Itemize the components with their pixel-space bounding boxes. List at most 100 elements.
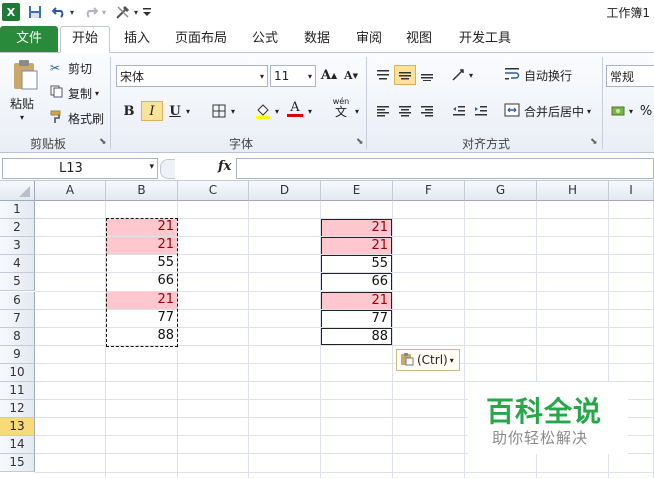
column-header-a[interactable]: A [35,181,106,201]
fill-color-icon[interactable] [252,101,274,121]
merge-center-button[interactable]: 合并后居中 ▾ [504,102,591,120]
format-painter-button[interactable]: 格式刷 [50,109,104,127]
cell-e2[interactable]: 21 [321,219,392,237]
align-left-icon[interactable] [372,101,394,121]
column-header-g[interactable]: G [465,181,537,201]
column-header-f[interactable]: F [393,181,465,201]
undo-icon[interactable] [50,3,68,21]
row-header-5[interactable]: 5 [0,273,35,292]
border-dropdown-icon[interactable]: ▾ [228,101,238,121]
cell-e6[interactable]: 21 [321,291,392,309]
increase-indent-icon[interactable] [470,101,492,121]
ribbon: 粘贴 ▾ ✂ 剪切 复制 ▾ 格式刷 剪贴板 ⬊ 宋体 ▾ 11 ▾ A ▲ A ▼… [0,53,654,153]
row-header-13[interactable]: 13 [0,418,35,437]
currency-dropdown-icon[interactable]: ▾ [626,101,636,121]
redo-dropdown-icon[interactable]: ▾ [99,3,109,21]
column-header-e[interactable]: E [321,181,393,201]
tab-formulas[interactable]: 公式 [244,27,286,51]
row-header-9[interactable]: 9 [0,345,35,364]
underline-dropdown-icon[interactable]: ▾ [183,101,193,121]
tab-data[interactable]: 数据 [296,27,338,51]
name-box[interactable]: L13 ▾ [2,158,158,179]
cell-e7[interactable]: 77 [321,309,392,327]
paste-options-button[interactable]: (Ctrl) ▾ [396,349,460,371]
row-header-15[interactable]: 15 [0,454,35,473]
wrap-text-label: 自动换行 [524,68,573,83]
paste-button[interactable]: 粘贴 [10,95,34,112]
tab-home[interactable]: 开始 [60,26,110,53]
row-header-8[interactable]: 8 [0,327,35,346]
tab-file[interactable]: 文件 [0,26,58,52]
cut-button[interactable]: ✂ 剪切 [50,59,92,77]
row-header-10[interactable]: 10 [0,363,35,382]
border-icon[interactable] [208,101,230,121]
column-header-d[interactable]: D [249,181,321,201]
copy-dropdown-icon[interactable]: ▾ [95,89,99,98]
clipboard-launcher-icon[interactable]: ⬊ [99,137,107,147]
grow-font-button[interactable]: A ▲ [318,65,340,85]
row-header-12[interactable]: 12 [0,400,35,419]
tab-page-layout[interactable]: 页面布局 [168,27,234,51]
merge-center-dropdown-icon[interactable]: ▾ [587,107,591,116]
scissors-icon: ✂ [50,61,61,75]
insert-function-icon[interactable]: fx [218,159,231,174]
wrap-text-button[interactable]: 自动换行 [504,66,572,84]
font-size-select[interactable]: 11 ▾ [270,65,316,87]
column-header-h[interactable]: H [537,181,609,201]
font-color-dropdown-icon[interactable]: ▾ [305,101,315,121]
shrink-font-button[interactable]: A ▼ [340,65,362,85]
cell-e3[interactable]: 21 [321,237,392,255]
orientation-dropdown-icon[interactable]: ▾ [466,65,476,85]
tab-review[interactable]: 审阅 [348,27,390,51]
tools-dropdown-icon[interactable]: ▾ [132,3,140,21]
tab-insert[interactable]: 插入 [116,27,158,51]
select-all-corner[interactable] [0,181,35,201]
cell-e5[interactable]: 66 [321,273,392,291]
cell-e4[interactable]: 55 [321,255,392,273]
cell-e8[interactable]: 88 [321,327,392,345]
watermark-logo: 百科全说 助你轻松解决 [468,382,628,454]
column-header-i[interactable]: I [609,181,654,201]
fill-color-dropdown-icon[interactable]: ▾ [272,101,282,121]
bold-button[interactable]: B [118,101,140,121]
phonetic-dropdown-icon[interactable]: ▾ [352,101,362,121]
number-format-select[interactable]: 常规 [606,65,654,87]
copy-button[interactable]: 复制 ▾ [50,84,99,102]
italic-button[interactable]: I [141,101,163,121]
align-center-icon[interactable] [394,101,416,121]
font-color-button[interactable]: A [284,99,306,119]
column-header-c[interactable]: C [178,181,249,201]
customize-toolbar-icon[interactable] [141,3,153,21]
name-box-dropdown-icon[interactable]: ▾ [149,162,154,172]
watermark-title: 百科全说 [486,395,603,428]
align-right-icon[interactable] [416,101,438,121]
paste-icon[interactable] [8,57,42,93]
row-header-1[interactable]: 1 [0,201,35,220]
align-top-icon[interactable] [372,65,394,85]
column-header-b[interactable]: B [106,181,178,201]
undo-dropdown-icon[interactable]: ▾ [67,3,77,21]
save-icon[interactable] [26,3,44,21]
percent-button[interactable]: % [638,101,654,121]
row-header-2[interactable]: 2 [0,219,35,238]
row-header-11[interactable]: 11 [0,382,35,401]
row-header-6[interactable]: 6 [0,291,35,310]
redo-icon[interactable] [82,3,100,21]
row-header-7[interactable]: 7 [0,309,35,328]
alignment-launcher-icon[interactable]: ⬊ [590,137,598,147]
align-middle-icon[interactable] [394,65,416,85]
tab-developer[interactable]: 开发工具 [452,27,518,51]
font-name-select[interactable]: 宋体 ▾ [116,65,268,87]
paste-dropdown-icon[interactable]: ▾ [20,113,24,122]
font-launcher-icon[interactable]: ⬊ [356,137,364,147]
decrease-indent-icon[interactable] [448,101,470,121]
row-header-3[interactable]: 3 [0,237,35,256]
tab-view[interactable]: 视图 [398,27,440,51]
formula-input[interactable] [236,158,654,179]
align-bottom-icon[interactable] [416,65,438,85]
row-header-14[interactable]: 14 [0,436,35,455]
row-header-4[interactable]: 4 [0,255,35,274]
tools-icon[interactable] [114,3,132,21]
group-divider [602,57,603,149]
formula-bar-grip[interactable] [160,159,175,179]
